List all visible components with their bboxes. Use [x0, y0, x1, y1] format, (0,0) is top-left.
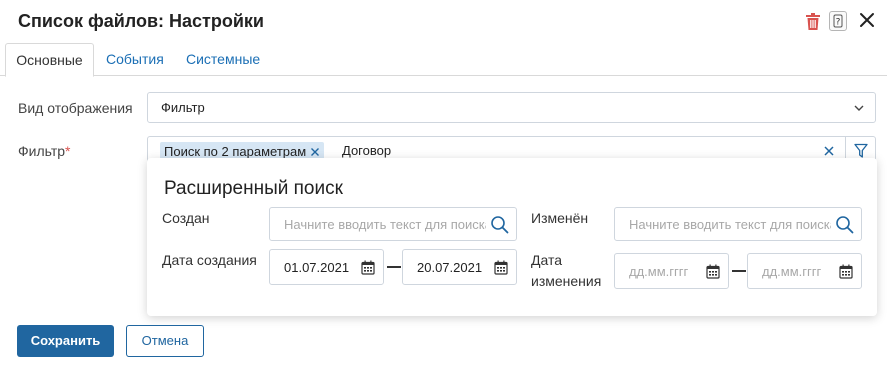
view-mode-select[interactable]: Фильтр [147, 92, 876, 123]
modified-date-to-placeholder: дд.мм.гггг [762, 264, 822, 279]
modified-date-from-placeholder: дд.мм.гггг [629, 264, 689, 279]
modified-search-input[interactable]: Начните вводить текст для поиска [614, 207, 862, 241]
tab-bar: Основные События Системные [0, 43, 887, 77]
created-date-from-value: 01.07.2021 [284, 260, 350, 275]
chip-remove-icon[interactable] [310, 147, 320, 157]
svg-text:?: ? [836, 18, 841, 28]
calendar-icon[interactable] [706, 264, 720, 279]
tab-main[interactable]: Основные [5, 43, 94, 77]
search-icon[interactable] [486, 208, 512, 240]
created-date-to-value: 20.07.2021 [417, 260, 483, 275]
filter-label: Фильтр* [18, 143, 71, 159]
modified-date-label: Дата изменения [531, 252, 602, 289]
modified-label: Изменён [531, 210, 589, 226]
calendar-icon[interactable] [361, 260, 375, 275]
close-icon[interactable] [857, 10, 877, 30]
created-label: Создан [162, 210, 210, 226]
advanced-search-title: Расширенный поиск [164, 178, 343, 199]
modified-search-placeholder: Начните вводить текст для поиска [629, 217, 837, 232]
chevron-down-icon [852, 94, 866, 122]
calendar-icon[interactable] [494, 260, 508, 275]
modified-date-to[interactable]: дд.мм.гггг [747, 253, 862, 289]
created-search-placeholder: Начните вводить текст для поиска [284, 217, 492, 232]
tab-events[interactable]: События [106, 43, 164, 76]
help-icon[interactable]: ? [829, 11, 847, 31]
clear-icon[interactable] [823, 145, 835, 157]
range-dash [387, 266, 401, 268]
required-mark: * [65, 143, 71, 159]
calendar-icon[interactable] [839, 264, 853, 279]
view-mode-label: Вид отображения [18, 100, 133, 116]
created-date-to[interactable]: 20.07.2021 [402, 249, 517, 285]
cancel-button[interactable]: Отмена [126, 325, 204, 357]
created-date-from[interactable]: 01.07.2021 [269, 249, 384, 285]
page-title: Список файлов: Настройки [18, 11, 264, 31]
view-mode-value: Фильтр [161, 100, 205, 115]
search-icon[interactable] [831, 208, 857, 240]
save-button[interactable]: Сохранить [17, 325, 114, 357]
created-search-input[interactable]: Начните вводить текст для поиска [269, 207, 517, 241]
range-dash [732, 270, 746, 272]
advanced-search-popup: Расширенный поиск Создан Начните вводить… [147, 158, 877, 316]
trash-icon[interactable] [805, 11, 821, 31]
modified-date-from[interactable]: дд.мм.гггг [614, 253, 729, 289]
funnel-icon[interactable] [854, 143, 868, 159]
tab-system[interactable]: Системные [186, 43, 260, 76]
created-date-label: Дата создания [162, 252, 257, 268]
